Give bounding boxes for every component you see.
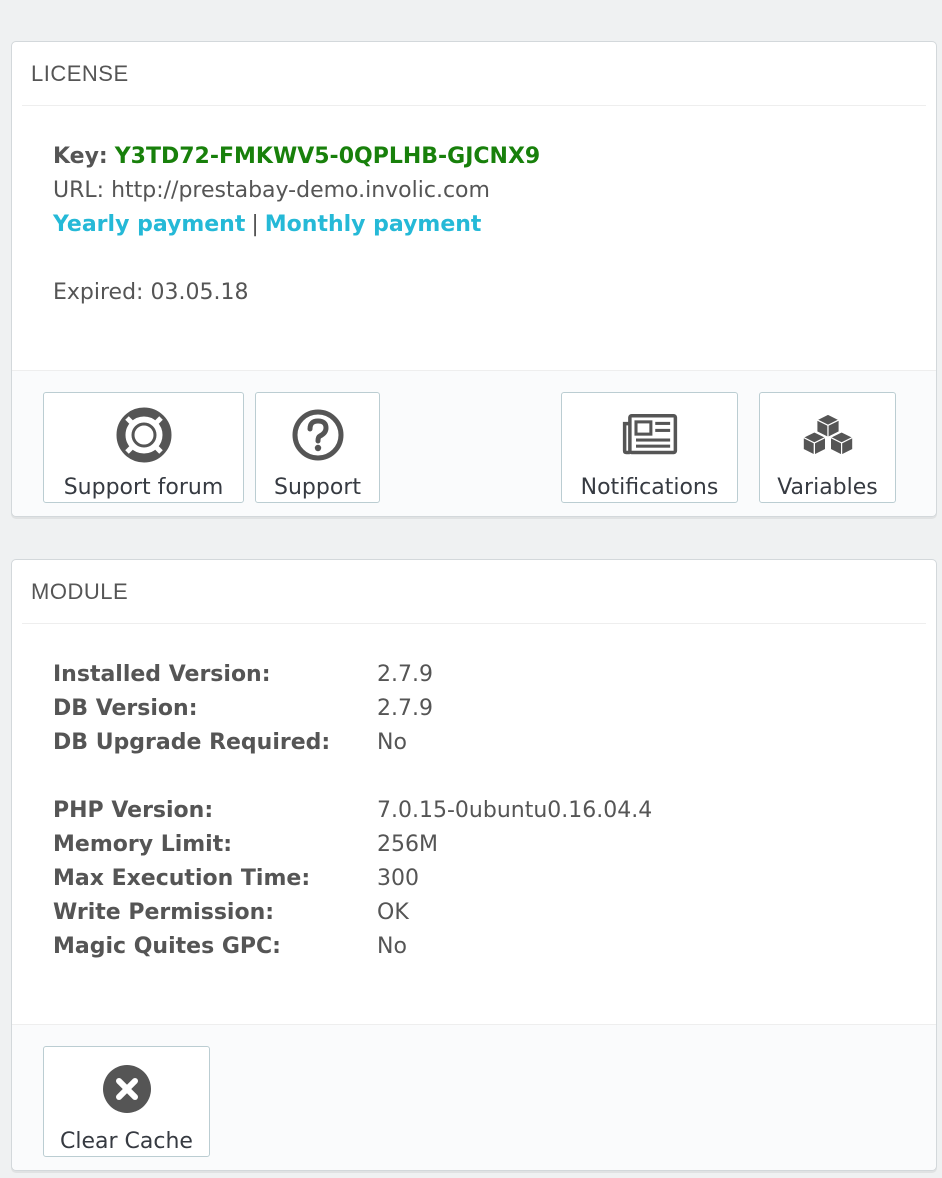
info-label: Write Permission: [53,900,275,925]
license-key-label: Key: [53,144,108,169]
cubes-icon [800,407,856,463]
version-info-group: Installed Version: 2.7.9 DB Version: 2.7… [53,658,936,760]
module-panel-title: MODULE [22,560,926,624]
environment-info-group: PHP Version: 7.0.15-0ubuntu0.16.04.4 Mem… [53,794,936,964]
info-label: DB Upgrade Required: [53,730,331,755]
info-label: Installed Version: [53,662,271,687]
info-row-max-execution-time: Max Execution Time: 300 [53,862,936,896]
support-button-label: Support [274,475,361,500]
license-panel-body: Key: Y3TD72-FMKWV5-0QPLHB-GJCNX9 URL: ht… [12,106,936,310]
yearly-payment-link[interactable]: Yearly payment [53,212,245,237]
clear-cache-button-label: Clear Cache [60,1129,193,1154]
info-row-magic-quotes-gpc: Magic Quites GPC: No [53,930,936,964]
info-label: Max Execution Time: [53,866,311,891]
info-value: No [377,730,407,755]
info-row-memory-limit: Memory Limit: 256M [53,828,936,862]
question-circle-icon [290,407,346,463]
module-panel-body: Installed Version: 2.7.9 DB Version: 2.7… [12,624,936,964]
info-label: PHP Version: [53,798,214,823]
license-expired-value: 03.05.18 [150,280,249,305]
info-value: 2.7.9 [377,662,433,687]
license-panel: LICENSE Key: Y3TD72-FMKWV5-0QPLHB-GJCNX9… [11,41,937,517]
info-row-db-upgrade-required: DB Upgrade Required: No [53,726,936,760]
info-value: No [377,934,407,959]
support-forum-button-label: Support forum [63,475,224,500]
notifications-button-label: Notifications [580,475,719,500]
variables-button[interactable]: Variables [759,392,896,503]
support-forum-button[interactable]: Support forum [43,392,244,503]
info-row-php-version: PHP Version: 7.0.15-0ubuntu0.16.04.4 [53,794,936,828]
license-url-value: http://prestabay-demo.involic.com [111,178,490,203]
license-key-row: Key: Y3TD72-FMKWV5-0QPLHB-GJCNX9 [53,140,936,174]
module-panel-footer: Clear Cache [12,1024,936,1170]
notifications-button[interactable]: Notifications [561,392,738,503]
license-expired-row: Expired: 03.05.18 [53,276,936,310]
info-label: Memory Limit: [53,832,233,857]
newspaper-icon [622,407,678,463]
info-value: 256M [377,832,438,857]
module-panel: MODULE Installed Version: 2.7.9 DB Versi… [11,559,937,1171]
lifebuoy-icon [116,407,172,463]
license-url-row: URL: http://prestabay-demo.involic.com [53,174,936,208]
info-value: 300 [377,866,419,891]
info-row-write-permission: Write Permission: OK [53,896,936,930]
info-value: 2.7.9 [377,696,433,721]
info-value: 7.0.15-0ubuntu0.16.04.4 [377,798,653,823]
license-panel-footer: Support forum Support Notifications Vari… [12,370,936,516]
payment-links-row: Yearly payment | Monthly payment [53,208,936,242]
license-url-label: URL: [53,178,105,203]
variables-button-label: Variables [777,475,878,500]
support-button[interactable]: Support [255,392,380,503]
clear-cache-button[interactable]: Clear Cache [43,1046,210,1157]
info-label: DB Version: [53,696,198,721]
license-key-value: Y3TD72-FMKWV5-0QPLHB-GJCNX9 [114,144,541,169]
license-expired-label: Expired: [53,280,144,305]
info-row-installed-version: Installed Version: 2.7.9 [53,658,936,692]
monthly-payment-link[interactable]: Monthly payment [265,212,482,237]
info-value: OK [377,900,409,925]
info-row-db-version: DB Version: 2.7.9 [53,692,936,726]
payment-link-separator: | [251,212,259,237]
license-panel-title: LICENSE [22,42,926,106]
close-circle-icon [99,1061,155,1117]
info-label: Magic Quites GPC: [53,934,281,959]
